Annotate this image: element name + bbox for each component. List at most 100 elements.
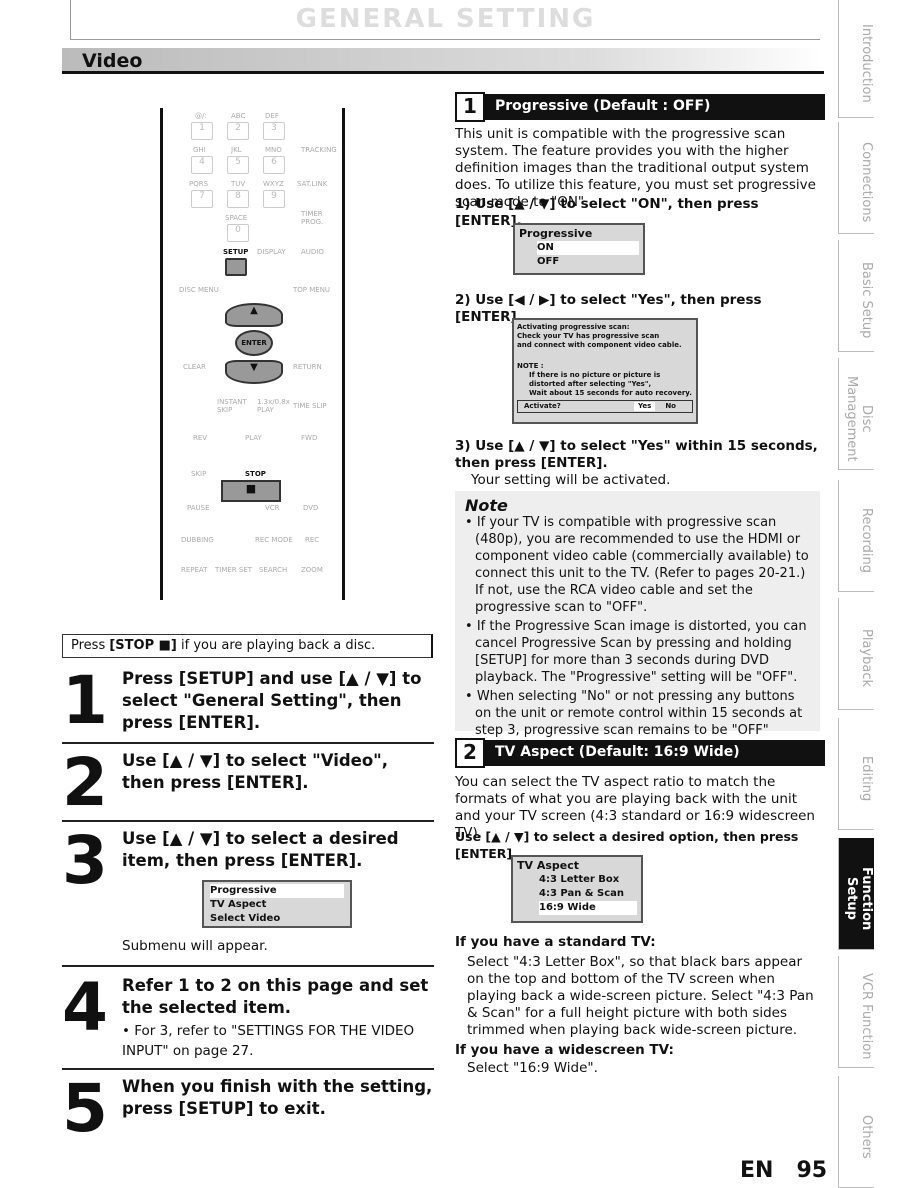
- return-label: RETURN: [293, 363, 322, 371]
- play-speed-label: 1.3x/0.8x PLAY: [257, 398, 290, 414]
- audio-label: AUDIO: [301, 248, 324, 256]
- timer-set-label: TIMER SET: [215, 566, 253, 574]
- key-7: 7: [191, 190, 213, 208]
- widescreen-tv-heading: If you have a widescreen TV:: [455, 1042, 674, 1058]
- up-arrow-icon: ▲: [225, 303, 283, 327]
- widescreen-tv-text: Select "16:9 Wide".: [467, 1060, 598, 1076]
- pause-label: PAUSE: [187, 504, 210, 512]
- dvd-label: DVD: [303, 504, 319, 512]
- enter-button-illustration: ENTER: [235, 330, 273, 356]
- menu-item-progressive: Progressive: [210, 884, 344, 898]
- option-off-checked: OFF: [537, 256, 560, 267]
- stop-label: STOP: [245, 470, 266, 478]
- step-text: Press [SETUP] and use [▲ / ▼] to select …: [122, 669, 422, 732]
- step-number: 1: [62, 662, 108, 739]
- standard-tv-heading: If you have a standard TV:: [455, 934, 656, 950]
- osd-line: Activating progressive scan:: [517, 323, 630, 331]
- option-letter-box: 4:3 Letter Box: [539, 874, 620, 885]
- setup-button-illustration: [225, 258, 247, 276]
- section-title: Video: [62, 48, 824, 74]
- no-option: No: [665, 402, 676, 410]
- stop-note-key: [STOP ■]: [109, 638, 177, 653]
- setup-label: SETUP: [223, 248, 249, 256]
- key-3: 3: [263, 122, 285, 140]
- step-number: 4: [62, 969, 108, 1046]
- top-menu-label: TOP MENU: [293, 286, 331, 294]
- instant-skip-label: INSTANT SKIP: [217, 398, 247, 414]
- key-label: TUV: [231, 180, 246, 188]
- key-label: JKL: [231, 146, 242, 154]
- item-number: 2: [455, 738, 485, 768]
- menu-item-select-video: Select Video: [210, 913, 281, 924]
- key-label: DEF: [265, 112, 279, 120]
- key-9: 9: [263, 190, 285, 208]
- osd-title: Progressive: [519, 227, 593, 240]
- skip-label: SKIP: [191, 470, 207, 478]
- rec-mode-label: REC MODE: [255, 536, 293, 544]
- note-item: • If your TV is compatible with progress…: [465, 515, 809, 615]
- tab-others[interactable]: Others: [838, 1076, 874, 1188]
- note-title: Note: [465, 496, 508, 515]
- tab-recording[interactable]: Recording: [838, 480, 874, 592]
- stop-button-illustration: ■: [221, 480, 281, 502]
- note-text: If your TV is compatible with progressiv…: [475, 515, 809, 615]
- progressive-osd: Progressive ON OFF: [513, 223, 645, 275]
- osd-line: Wait about 15 seconds for auto recovery.: [529, 389, 692, 397]
- heading-text: Progressive (Default : OFF): [495, 98, 711, 114]
- stop-note-post: if you are playing back a disc.: [176, 638, 376, 653]
- tv-aspect-osd: TV Aspect 4:3 Letter Box 4:3 Pan & Scan …: [511, 855, 643, 923]
- search-label: SEARCH: [259, 566, 288, 574]
- rev-label: REV: [193, 434, 208, 442]
- osd-line: If there is no picture or picture is: [529, 371, 661, 379]
- page-footer: EN 95: [740, 1158, 827, 1183]
- osd-note: NOTE :: [517, 362, 544, 370]
- option-on: ON: [537, 241, 639, 255]
- key-label: MNO: [265, 146, 282, 154]
- tab-function-setup[interactable]: Function Setup: [838, 838, 874, 950]
- key-4: 4: [191, 156, 213, 174]
- remote-control-illustration: @/: ABC DEF 1 2 3 GHI JKL MNO TRACKING 4…: [160, 108, 345, 600]
- divider: [62, 820, 434, 822]
- language-label: EN: [740, 1158, 774, 1183]
- dubbing-label: DUBBING: [181, 536, 214, 544]
- tab-connections[interactable]: Connections: [838, 122, 874, 234]
- osd-line: distorted after selecting "Yes",: [529, 380, 652, 388]
- step-text: Refer 1 to 2 on this page and set the se…: [122, 976, 429, 1017]
- tab-editing[interactable]: Editing: [838, 718, 874, 830]
- key-8: 8: [227, 190, 249, 208]
- satlink-label: SAT.LINK: [297, 180, 328, 188]
- key-0: 0: [227, 224, 249, 242]
- rec-label: REC: [305, 536, 320, 544]
- key-label: PQRS: [189, 180, 209, 188]
- setup-menu-osd: Progressive TV Aspect Select Video: [202, 880, 352, 928]
- tab-introduction[interactable]: Introduction: [838, 0, 874, 118]
- clear-label: CLEAR: [183, 363, 206, 371]
- step-number: 3: [62, 822, 108, 899]
- key-label: WXYZ: [263, 180, 284, 188]
- tab-playback[interactable]: Playback: [838, 598, 874, 710]
- tab-disc-management[interactable]: Disc Management: [838, 358, 874, 470]
- vcr-label: VCR: [265, 504, 280, 512]
- osd-line: and connect with component video cable.: [517, 341, 682, 349]
- step-number: 2: [62, 744, 108, 821]
- tab-vcr-function[interactable]: VCR Function: [838, 956, 874, 1068]
- key-6: 6: [263, 156, 285, 174]
- tab-basic-setup[interactable]: Basic Setup: [838, 240, 874, 352]
- step-note: Submenu will appear.: [122, 938, 268, 954]
- note-box: Note • If your TV is compatible with pro…: [455, 491, 820, 755]
- repeat-label: REPEAT: [181, 566, 208, 574]
- progressive-heading: 1 Progressive (Default : OFF): [455, 92, 825, 122]
- activate-osd: Activating progressive scan: Check your …: [512, 318, 698, 424]
- down-arrow-icon: ▼: [225, 360, 283, 384]
- stop-note-pre: Press: [71, 638, 110, 653]
- step-4: 4 Refer 1 to 2 on this page and set the …: [62, 975, 434, 1065]
- page-title: GENERAL SETTING: [70, 0, 820, 40]
- progressive-step-3: 3) Use [▲ / ▼] to select "Yes" within 15…: [455, 438, 818, 471]
- page-number: 95: [796, 1158, 828, 1183]
- step-1: 1 Press [SETUP] and use [▲ / ▼] to selec…: [62, 668, 434, 736]
- display-label: DISPLAY: [257, 248, 286, 256]
- timer-prog-label: TIMER PROG.: [301, 210, 324, 226]
- menu-item-tv-aspect: TV Aspect: [210, 899, 267, 910]
- step-text: When you finish with the setting, press …: [122, 1077, 433, 1118]
- option-pan-scan: 4:3 Pan & Scan: [539, 888, 625, 899]
